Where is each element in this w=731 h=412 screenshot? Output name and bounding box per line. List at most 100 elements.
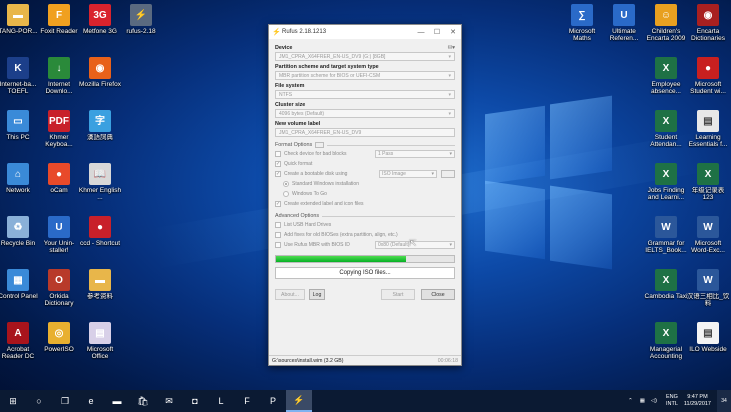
desktop-icon-right-1[interactable]: U Ultimate Referen... [602,4,646,42]
bad-blocks-pass-dropdown[interactable]: 1 Pass ▾ [375,150,455,158]
desktop-icon-right-5[interactable]: ● Microsoft Student wi... [686,57,730,95]
bad-blocks-checkbox[interactable] [275,151,281,157]
clock[interactable]: 9:47 PM 11/29/2017 [684,394,711,408]
file-system-dropdown[interactable]: NTFS ▾ [275,90,455,99]
network-tray-icon[interactable]: ▦ [640,398,645,404]
advanced-options-header: Advanced Options [275,213,455,219]
desktop-icon-left-19[interactable]: A Acrobat Reader DC [0,322,40,360]
standard-install-radio[interactable] [283,181,289,187]
camera-icon[interactable]: ◘ [182,390,208,412]
desktop-icon-left-18[interactable]: ▬ 参考资料 [78,269,122,300]
line-icon[interactable]: L [208,390,234,412]
task-view-icon[interactable]: ❐ [52,390,78,412]
desktop-icon-left-5[interactable]: ↓ Internet Downlo... [37,57,81,95]
desktop-icon-right-13[interactable]: W 汉语三相比_饮料 [686,269,730,307]
desktop-icon-label: This PC [6,134,30,141]
desktop-icon-left-0[interactable]: ▬ TANG-POR... [0,4,40,35]
bootable-checkbox[interactable] [275,171,281,177]
notification-center-button[interactable]: 34 [717,390,731,412]
desktop-icon-right-12[interactable]: X Cambodia Taxi [644,269,688,300]
chevron-down-icon: ▾ [448,53,451,60]
desktop-icon-left-2[interactable]: 3G Metfone 3G [78,4,122,35]
minimize-button[interactable]: — [413,29,429,36]
desktop-icon-label: rufus-2.18 [126,28,156,35]
word-icon: W [697,269,719,291]
desktop-icon-left-8[interactable]: PDF Khmer Keyboa... [37,110,81,148]
desktop-icon-left-11[interactable]: ● oCam [37,163,81,194]
quick-format-checkbox[interactable] [275,161,281,167]
partition-label: Partition scheme and target system type [275,64,379,70]
bad-blocks-option: Check device for bad blocks 1 Pass ▾ [275,150,455,158]
desktop-icon-left-4[interactable]: K Internet-ba... TOEFL [0,57,40,95]
desktop-icon-right-0[interactable]: ∑ Microsoft Maths [560,4,604,42]
windows-to-go-radio[interactable] [283,191,289,197]
partition-dropdown[interactable]: MBR partition scheme for BIOS or UEFI-CS… [275,71,455,80]
desktop-icon-right-9[interactable]: X 年级记录表 123 [686,163,730,201]
usb-hdd-checkbox[interactable] [275,222,281,228]
desktop-icon-left-10[interactable]: ⌂ Network [0,163,40,194]
cortana-icon[interactable]: ○ [26,390,52,412]
maximize-button[interactable]: ☐ [429,28,445,36]
foxit-taskbar-icon[interactable]: F [234,390,260,412]
collapse-toggle[interactable] [315,142,325,148]
desktop-icon-right-6[interactable]: X Student Attendan... [644,110,688,148]
desktop-icon-left-17[interactable]: O Orkida Dictionary [37,269,81,307]
volume-label-input[interactable]: JM1_CPRA_X64FRER_EN-US_DV9 [275,128,455,137]
volume-icon[interactable]: ◁) [651,398,657,404]
desktop-icon-left-14[interactable]: U Your Unin-staller! [37,216,81,254]
chevron-up-icon[interactable]: ⌃ [628,398,633,404]
desktop-icon-left-13[interactable]: ♻ Recycle Bin [0,216,40,247]
desktop-icon-right-8[interactable]: X Jobs Finding and Learni... [644,163,688,201]
desktop-icon-label: ccd - Shortcut [79,240,121,247]
about-button[interactable]: About... [275,289,305,300]
language-indicator[interactable]: ENG INTL [666,394,678,408]
desktop-icon-left-3[interactable]: ⚡ rufus-2.18 [119,4,163,35]
desktop-icon-right-4[interactable]: X Employee absence... [644,57,688,95]
store-icon[interactable]: 🛍 [130,390,156,412]
desktop-icon-label: 参考资料 [87,293,113,300]
desktop-icon-left-6[interactable]: ◉ Mozilla Firefox [78,57,122,88]
desktop-icon-left-16[interactable]: ▦ Control Panel [0,269,40,300]
rufus-mbr-checkbox[interactable] [275,242,281,248]
desktop-icon-right-11[interactable]: W Microsoft Word-Exc... [686,216,730,254]
desktop-icon-right-15[interactable]: ▤ ILO Webside [686,322,730,353]
boot-type-dropdown[interactable]: ISO Image ▾ [379,170,437,178]
old-bios-checkbox[interactable] [275,232,281,238]
desktop-icon-right-10[interactable]: W Grammar for IELTS_Book... [644,216,688,254]
file-explorer-icon[interactable]: ▬ [104,390,130,412]
mail-icon[interactable]: ✉ [156,390,182,412]
kaplan-icon: K [7,57,29,79]
select-iso-button[interactable] [441,170,455,178]
device-dropdown[interactable]: JM1_CPRA_X64FRER_EN-US_DV9 (G:) [8GB] ▾ [275,52,455,61]
desktop-icon-left-12[interactable]: 📖 Khmer English ... [78,163,122,201]
edge-icon[interactable]: e [78,390,104,412]
log-button[interactable]: Log [309,289,325,300]
start-button[interactable]: Start [381,289,415,300]
desktop-icon-label: TANG-POR... [0,28,38,35]
desktop-icon-label: Orkida Dictionary [44,293,74,307]
network-icon: ⌂ [7,163,29,185]
desktop-icon-left-7[interactable]: ▭ This PC [0,110,40,141]
desktop-icon-left-9[interactable]: 字漢語詞典 [78,110,122,141]
progress-bar [275,255,455,263]
desktop-icon-left-20[interactable]: ◎ PowerISO [37,322,81,353]
extended-label-checkbox[interactable] [275,201,281,207]
desktop-icon-left-1[interactable]: F Foxit Reader [37,4,81,35]
desktop-icon-right-2[interactable]: ☺ Children's Encarta 2009 [644,4,688,42]
close-button[interactable]: Close [421,289,455,300]
desktop-icon-right-7[interactable]: ▤ Learning Essentials f... [686,110,730,148]
cluster-size-dropdown[interactable]: 4096 bytes (Default) ▾ [275,109,455,118]
close-window-button[interactable]: ✕ [445,28,461,36]
save-drive-icon[interactable]: ⛁▾ [448,45,455,51]
desktop-icon-right-14[interactable]: X Managerial Accounting [644,322,688,360]
start-icon[interactable]: ⊞ [0,390,26,412]
rufus-titlebar[interactable]: ⚡ Rufus 2.18.1213 — ☐ ✕ [269,25,461,39]
cluster-size-value: 4096 bytes (Default) [279,110,325,117]
quick-format-option: Quick format [275,160,455,168]
desktop-icon-left-21[interactable]: ▤ Microsoft Office [78,322,122,360]
desktop-icon-left-15[interactable]: ● ccd - Shortcut [78,216,122,247]
volume-label-title: New volume label [275,121,321,127]
rufus-taskbar-icon[interactable]: ⚡ [286,390,312,412]
powerpoint-icon[interactable]: P [260,390,286,412]
desktop-icon-right-3[interactable]: ◉ Encarta Dictionaries [686,4,730,42]
